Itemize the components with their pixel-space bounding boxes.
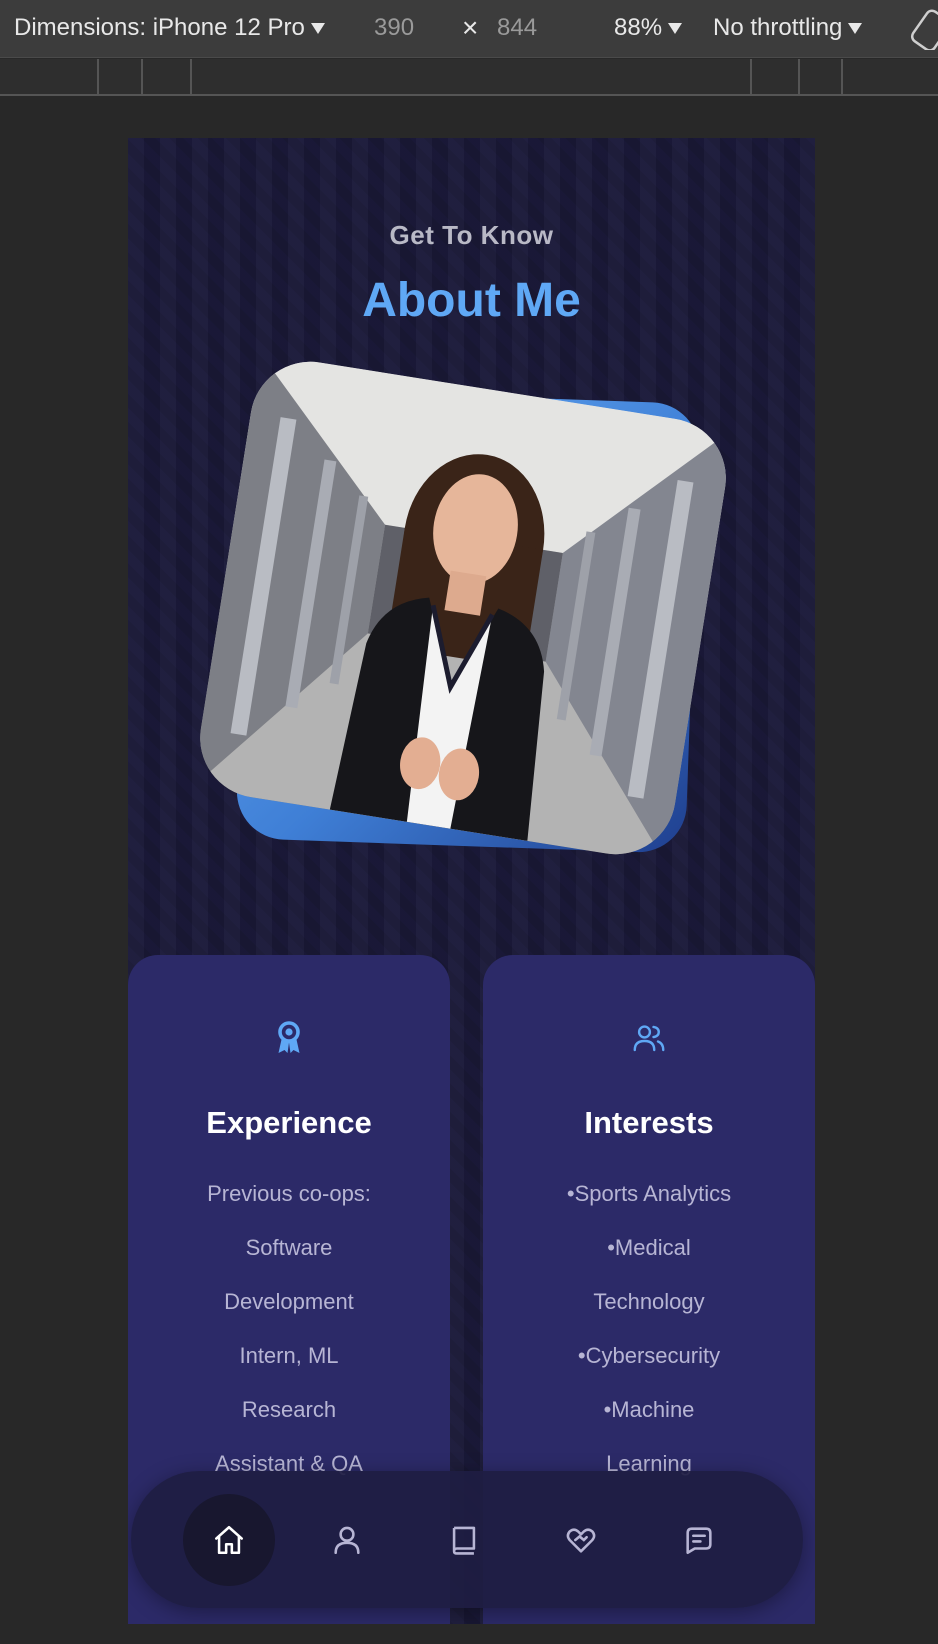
interests-list: •Sports Analytics •Medical Technology •C… (483, 1167, 815, 1491)
book-icon (452, 1526, 476, 1555)
experience-list: Previous co-ops: Software Development In… (128, 1167, 450, 1491)
award-icon (278, 1021, 300, 1053)
section-title: About Me (362, 274, 581, 327)
list-item: Development (224, 1289, 354, 1314)
ruler-tick (750, 59, 752, 94)
width-input[interactable]: 390 (374, 14, 414, 42)
nav-home[interactable] (183, 1494, 275, 1586)
zoom-label: 88% (614, 14, 663, 41)
list-item: Software (245, 1235, 333, 1260)
nav-contact[interactable] (653, 1494, 745, 1586)
list-item: •Machine (603, 1397, 695, 1422)
nav-experience[interactable] (418, 1494, 510, 1586)
list-item: Previous co-ops: (207, 1181, 371, 1206)
section-subtitle: Get To Know (389, 220, 554, 250)
list-item: •Medical (607, 1235, 691, 1260)
close-icon: × (462, 12, 479, 43)
device-viewport: Get To Know About Me Experience Previous… (128, 138, 815, 1624)
ruler-tick (97, 59, 99, 94)
ruler-tick (141, 59, 143, 94)
media-query-ruler (0, 59, 938, 96)
list-item: •Cybersecurity (577, 1343, 721, 1368)
message-square-icon (686, 1527, 712, 1555)
device-selector[interactable]: Dimensions: iPhone 12 Pro (14, 14, 325, 42)
nav-services[interactable] (535, 1494, 627, 1586)
nav-about[interactable] (301, 1494, 393, 1586)
height-input[interactable]: 844 (497, 14, 537, 42)
ruler-tick (190, 59, 192, 94)
list-item: Technology (593, 1289, 705, 1314)
users-icon (633, 1025, 665, 1052)
chevron-down-icon (310, 22, 325, 34)
list-item: Intern, ML (239, 1343, 339, 1368)
chevron-down-icon (848, 22, 863, 34)
throttling-label: No throttling (713, 14, 843, 41)
interests-title: Interests (584, 1105, 714, 1140)
ruler-tick (798, 59, 800, 94)
devtools-toolbar: Dimensions: iPhone 12 Pro 390 × 844 88% … (0, 0, 938, 58)
chevron-down-icon (668, 22, 683, 34)
ruler-tick (841, 59, 843, 94)
bottom-nav (131, 1471, 803, 1608)
profile-photo (191, 353, 735, 863)
experience-title: Experience (206, 1105, 372, 1140)
home-icon (214, 1525, 244, 1555)
list-item: •Sports Analytics (566, 1181, 732, 1206)
list-item: Research (241, 1397, 337, 1422)
zoom-selector[interactable]: 88% (614, 14, 683, 42)
rotate-icon[interactable] (910, 8, 938, 50)
user-icon (334, 1526, 360, 1555)
device-label: Dimensions: iPhone 12 Pro (14, 14, 305, 41)
heart-handshake-icon (566, 1528, 596, 1553)
throttling-selector[interactable]: No throttling (713, 14, 863, 42)
